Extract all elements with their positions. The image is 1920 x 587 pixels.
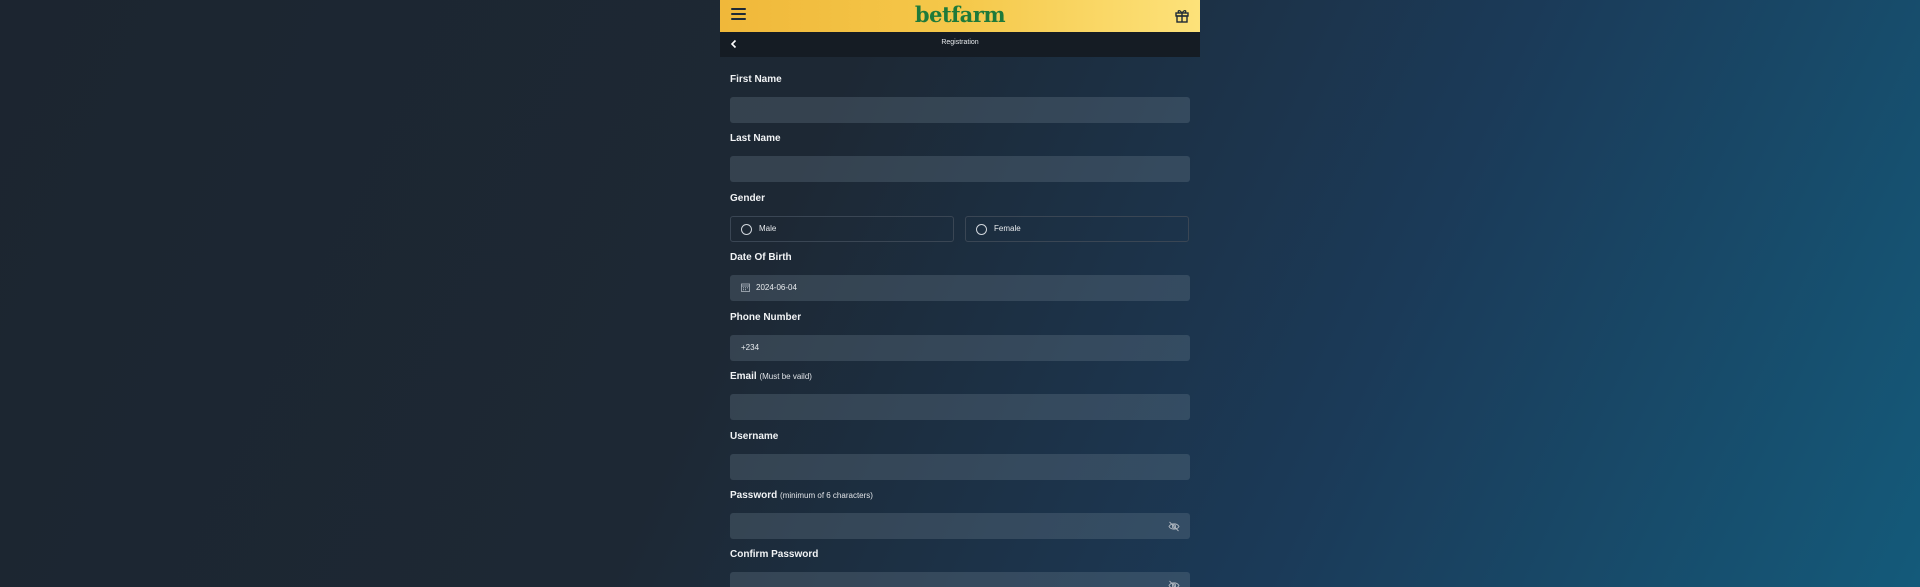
password-label: Password (minimum of 6 characters) (730, 489, 1190, 503)
brand-logo[interactable]: betfarm (720, 2, 1200, 27)
username-label: Username (730, 431, 779, 442)
first-name-label: First Name (730, 74, 782, 85)
page-title: Registration (941, 39, 979, 46)
dob-input[interactable]: 2024-06-04 (730, 275, 1190, 301)
dob-group: Date Of Birth 2024-06-04 (730, 251, 1190, 301)
email-label-text: Email (730, 371, 757, 382)
last-name-label: Last Name (730, 133, 781, 144)
email-hint: (Must be vaild) (759, 372, 812, 381)
confirm-password-group: Confirm Password (730, 548, 1190, 587)
email-label: Email (Must be vaild) (730, 370, 1190, 384)
top-bar: betfarm (720, 0, 1200, 32)
email-input[interactable] (730, 394, 1190, 420)
last-name-group: Last Name (730, 132, 1190, 182)
eye-off-icon[interactable] (1168, 580, 1180, 587)
username-group: Username (730, 430, 1190, 480)
calendar-icon (741, 283, 750, 292)
gender-female-radio[interactable]: Female (965, 216, 1189, 242)
dob-label: Date Of Birth (730, 252, 792, 263)
first-name-input[interactable] (730, 97, 1190, 123)
confirm-password-label: Confirm Password (730, 549, 819, 560)
username-input[interactable] (730, 454, 1190, 480)
page-header: Registration (720, 32, 1200, 57)
email-group: Email (Must be vaild) (730, 370, 1190, 420)
gender-options: Male Female (730, 216, 1190, 242)
password-hint: (minimum of 6 characters) (780, 491, 873, 500)
registration-app: betfarm Registration First Name Last Nam… (720, 0, 1200, 587)
gender-male-label: Male (759, 224, 777, 233)
password-label-text: Password (730, 490, 778, 501)
first-name-group: First Name (730, 73, 1190, 123)
phone-group: Phone Number +234 (730, 311, 1190, 361)
gender-male-radio[interactable]: Male (730, 216, 954, 242)
last-name-input[interactable] (730, 156, 1190, 182)
radio-circle-icon (976, 224, 987, 235)
phone-label: Phone Number (730, 312, 802, 323)
gender-group: Gender Male Female (730, 192, 1190, 242)
gender-label: Gender (730, 193, 766, 204)
gender-female-label: Female (994, 224, 1021, 233)
password-group: Password (minimum of 6 characters) (730, 489, 1190, 539)
phone-input[interactable]: +234 (730, 335, 1190, 361)
radio-circle-icon (741, 224, 752, 235)
password-input[interactable] (730, 513, 1190, 539)
gift-icon[interactable] (1174, 7, 1190, 23)
confirm-password-input[interactable] (730, 572, 1190, 587)
eye-off-icon[interactable] (1168, 521, 1180, 532)
dob-value: 2024-06-04 (756, 283, 797, 292)
